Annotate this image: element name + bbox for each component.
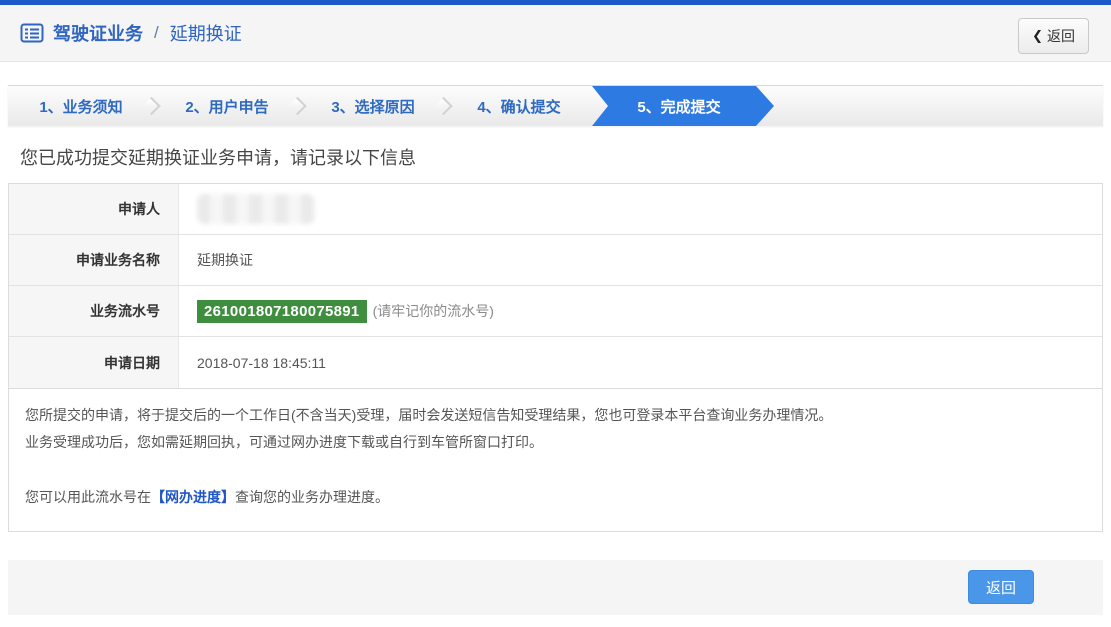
row-label: 申请日期 xyxy=(9,337,179,388)
step-5-complete-active[interactable]: 5、完成提交 xyxy=(592,86,774,126)
application-info-table: 申请人 申请业务名称 延期换证 业务流水号 261001807180075891… xyxy=(8,183,1103,389)
table-row-serial-number: 业务流水号 261001807180075891 (请牢记你的流水号) xyxy=(9,286,1102,337)
step-3-label: 3、选择原因 xyxy=(331,98,415,116)
note-line-2: 业务受理成功后，您如需延期回执，可通过网办进度下载或自行到车管所窗口打印。 xyxy=(25,434,543,451)
progress-line-prefix: 您可以用此流水号在 xyxy=(25,488,151,505)
page-title-service: 延期换证 xyxy=(169,24,242,44)
progress-line: 您可以用此流水号在【网办进度】查询您的业务办理进度。 xyxy=(25,484,1086,511)
success-message: 您已成功提交延期换证业务申请，请记录以下信息 xyxy=(20,148,416,168)
step-5-label: 5、完成提交 xyxy=(637,98,721,116)
row-value xyxy=(179,184,1102,234)
row-label: 业务流水号 xyxy=(9,286,179,336)
back-button-top-label: 返回 xyxy=(1047,28,1075,44)
page-title-category: 驾驶证业务 xyxy=(53,24,143,44)
notes-spacer xyxy=(25,457,1086,484)
breadcrumb: 驾驶证业务 / 延期换证 xyxy=(20,20,242,46)
serial-number-note: (请牢记你的流水号) xyxy=(372,303,494,319)
step-1-service-notice[interactable]: 1、业务须知 xyxy=(8,86,161,126)
chevron-left-icon: ❮ xyxy=(1032,28,1043,43)
row-label: 申请人 xyxy=(9,184,179,234)
progress-line-suffix: 查询您的业务办理进度。 xyxy=(235,488,389,505)
table-row-apply-date: 申请日期 2018-07-18 18:45:11 xyxy=(9,337,1102,388)
list-icon xyxy=(20,21,44,45)
wizard-step-bar: 1、业务须知 2、用户申告 3、选择原因 4、确认提交 5、完成提交 xyxy=(8,85,1103,126)
note-line-1: 您所提交的申请，将于提交后的一个工作日(不含当天)受理，届时会发送短信告知受理结… xyxy=(25,407,833,423)
back-button-bottom[interactable]: 返回 xyxy=(968,570,1034,605)
redacted-applicant-name xyxy=(197,194,315,224)
serial-number-badge: 261001807180075891 xyxy=(197,299,367,323)
back-button-top[interactable]: ❮ 返回 xyxy=(1018,18,1089,54)
row-label: 申请业务名称 xyxy=(9,235,179,285)
step-1-label: 1、业务须知 xyxy=(39,98,123,116)
step-4-confirm-submit[interactable]: 4、确认提交 xyxy=(446,86,592,126)
row-value: 261001807180075891 (请牢记你的流水号) xyxy=(179,286,1102,336)
footer-bar: 返回 xyxy=(8,559,1103,615)
notes-panel: 您所提交的申请，将于提交后的一个工作日(不含当天)受理，届时会发送短信告知受理结… xyxy=(8,388,1103,532)
table-row-service-name: 申请业务名称 延期换证 xyxy=(9,235,1102,286)
step-2-user-declaration[interactable]: 2、用户申告 xyxy=(154,86,307,126)
step-4-label: 4、确认提交 xyxy=(477,98,561,116)
page-header: 驾驶证业务 / 延期换证 ❮ 返回 xyxy=(0,5,1111,62)
step-2-label: 2、用户申告 xyxy=(185,98,269,116)
online-progress-link[interactable]: 【网办进度】 xyxy=(151,489,235,505)
row-value: 延期换证 xyxy=(197,252,253,268)
step-3-select-reason[interactable]: 3、选择原因 xyxy=(300,86,453,126)
row-value: 2018-07-18 18:45:11 xyxy=(197,354,326,371)
breadcrumb-separator: / xyxy=(154,23,159,42)
table-row-applicant: 申请人 xyxy=(9,184,1102,235)
